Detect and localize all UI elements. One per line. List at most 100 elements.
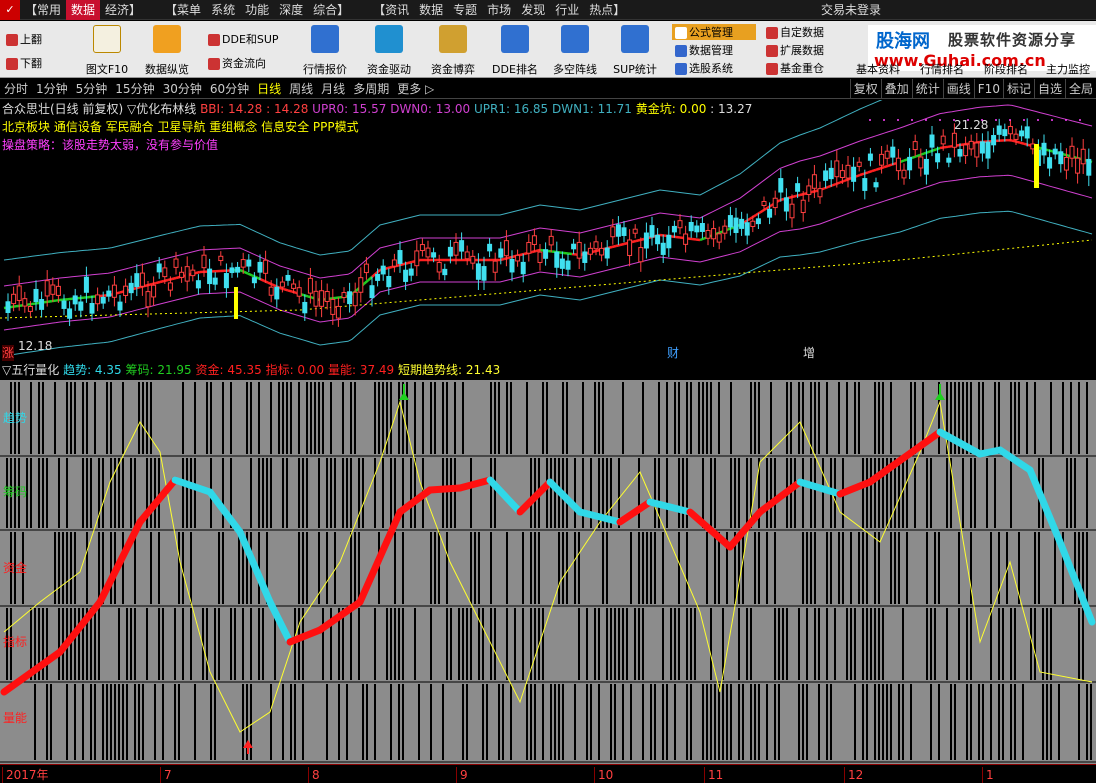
- right-tool-2[interactable]: 统计: [911, 79, 943, 99]
- stripe: [326, 684, 328, 760]
- f10-button[interactable]: 图文F10: [78, 21, 136, 77]
- fund-flow-button[interactable]: 资金流向: [208, 55, 266, 71]
- menu-item-4[interactable]: 系统: [206, 0, 240, 20]
- stripe: [1002, 608, 1004, 680]
- menu-item-2[interactable]: 经济】: [100, 0, 146, 20]
- candle-body: [1052, 148, 1058, 155]
- lower-chart-title[interactable]: ▽五行量化: [2, 363, 59, 377]
- menu-item-11[interactable]: 市场: [482, 0, 516, 20]
- indicator-name[interactable]: ▽优化布林线: [127, 102, 196, 116]
- period-tab-3[interactable]: 15分钟: [111, 79, 158, 99]
- stripe: [902, 608, 904, 680]
- stripe: [42, 458, 44, 528]
- mark-cai[interactable]: 财: [667, 345, 679, 361]
- ext-data-button[interactable]: 扩展数据: [766, 42, 824, 58]
- stripe: [630, 684, 632, 760]
- stripe: [350, 608, 352, 680]
- quote-icon: [311, 25, 339, 53]
- period-tab-6[interactable]: 日线: [253, 79, 285, 99]
- bbi-segment: [867, 169, 873, 174]
- stripe: [878, 382, 880, 454]
- menu-item-13[interactable]: 行业: [550, 0, 584, 20]
- menu-item-1[interactable]: 数据: [66, 0, 101, 20]
- trade-login-status[interactable]: 交易未登录: [821, 0, 881, 20]
- period-tab-7[interactable]: 周线: [285, 79, 317, 99]
- right-tool-4[interactable]: F10: [973, 79, 1003, 99]
- fund-drive-button[interactable]: 资金驱动: [360, 21, 418, 77]
- menu-item-10[interactable]: 专题: [448, 0, 482, 20]
- right-tool-3[interactable]: 画线: [942, 79, 974, 99]
- custom-data-button[interactable]: 自定数据: [766, 24, 824, 40]
- data-mgr-button[interactable]: 数据管理: [675, 42, 733, 58]
- bbi-segment: [695, 238, 701, 242]
- stripe: [930, 684, 932, 760]
- menu-item-5[interactable]: 功能: [240, 0, 274, 20]
- mark-zeng[interactable]: 增: [803, 345, 815, 361]
- page-down-button[interactable]: 下翻: [6, 55, 42, 71]
- longshort-button[interactable]: 多空阵线: [546, 21, 604, 77]
- menu-item-12[interactable]: 发现: [516, 0, 550, 20]
- stripe: [30, 458, 32, 528]
- top-dot: [897, 119, 899, 121]
- quote-rank-button[interactable]: 行情排名: [920, 61, 964, 77]
- dde-rank-button[interactable]: DDE排名: [486, 21, 544, 77]
- menu-item-9[interactable]: 数据: [414, 0, 448, 20]
- right-tool-7[interactable]: 全局: [1064, 79, 1096, 99]
- menu-item-0[interactable]: 【常用: [20, 0, 66, 20]
- right-tool-1[interactable]: 叠加: [880, 79, 912, 99]
- stripe: [686, 382, 688, 454]
- period-tab-5[interactable]: 60分钟: [206, 79, 253, 99]
- menu-item-6[interactable]: 深度: [274, 0, 308, 20]
- candle-body: [1069, 145, 1075, 159]
- wuxing-quant-chart[interactable]: [0, 362, 1096, 764]
- stripe: [862, 532, 864, 604]
- period-tab-9[interactable]: 多周期: [349, 79, 393, 99]
- sup-stats-button[interactable]: SUP统计: [606, 21, 664, 77]
- mark-zhang[interactable]: 涨: [2, 345, 15, 361]
- main-monitor-button[interactable]: 主力监控: [1046, 61, 1090, 77]
- stripe: [462, 608, 464, 680]
- stage-rank-button[interactable]: 阶段排名: [984, 61, 1028, 77]
- candle-body: [1063, 156, 1069, 171]
- stripe: [898, 458, 900, 528]
- candle-body: [302, 301, 308, 314]
- stripe: [614, 684, 616, 760]
- right-tool-6[interactable]: 自选: [1033, 79, 1065, 99]
- right-tool-0[interactable]: 复权: [849, 79, 881, 99]
- data-overview-button[interactable]: 数据纵览: [138, 21, 196, 77]
- quote-button[interactable]: 行情报价: [296, 21, 354, 77]
- stripe: [374, 458, 376, 528]
- dde-sup-button[interactable]: DDE和SUP: [208, 31, 279, 47]
- formula-mgr-button[interactable]: 公式管理: [672, 24, 756, 40]
- stripe: [250, 608, 252, 680]
- app-logo-icon[interactable]: ✓: [0, 0, 20, 20]
- stock-select-button[interactable]: 选股系统: [675, 60, 733, 76]
- fund-heavy-button[interactable]: 基金重仓: [766, 60, 824, 76]
- basic-info-button[interactable]: 基本资料: [856, 61, 900, 77]
- stripe: [238, 532, 240, 604]
- right-tool-5[interactable]: 标记: [1002, 79, 1034, 99]
- period-tab-10[interactable]: 更多 ▷: [393, 79, 438, 99]
- candle-body: [386, 275, 392, 288]
- stripe: [1066, 458, 1068, 528]
- period-tab-4[interactable]: 30分钟: [159, 79, 206, 99]
- page-up-button[interactable]: 上翻: [6, 31, 42, 47]
- stripe: [678, 382, 680, 454]
- bbi-segment: [875, 167, 881, 171]
- stripe: [902, 684, 904, 760]
- stripe: [378, 382, 380, 454]
- stripe: [646, 532, 648, 604]
- stripe: [1074, 458, 1076, 528]
- period-tab-8[interactable]: 月线: [317, 79, 349, 99]
- period-tab-2[interactable]: 5分钟: [72, 79, 112, 99]
- menu-item-14[interactable]: 热点】: [584, 0, 630, 20]
- candle-body: [879, 153, 885, 166]
- stripe: [1010, 458, 1012, 528]
- period-tab-0[interactable]: 分时: [0, 79, 32, 99]
- menu-item-8[interactable]: 【资讯: [368, 0, 414, 20]
- menu-item-7[interactable]: 综合】: [308, 0, 354, 20]
- menu-item-3[interactable]: 【菜单: [160, 0, 206, 20]
- candle-body: [935, 153, 941, 163]
- fund-game-button[interactable]: 资金博弈: [424, 21, 482, 77]
- period-tab-1[interactable]: 1分钟: [32, 79, 72, 99]
